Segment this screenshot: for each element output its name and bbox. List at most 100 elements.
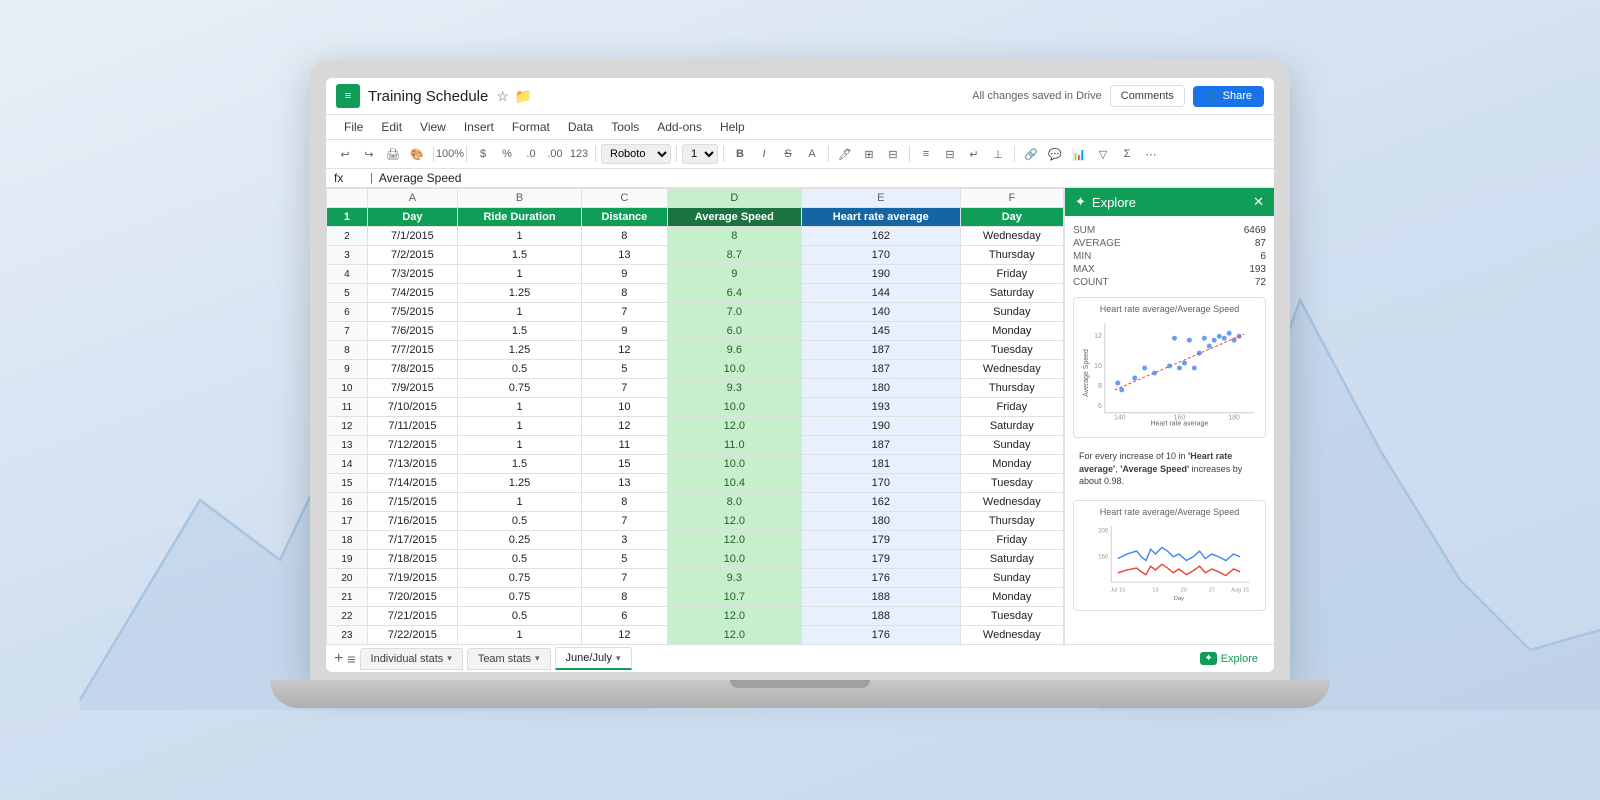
menu-help[interactable]: Help [712, 117, 753, 137]
cell-distance-2[interactable]: 8 [582, 227, 668, 246]
cell-day-22[interactable]: Tuesday [960, 607, 1063, 626]
cell-heart-rate-7[interactable]: 145 [801, 322, 960, 341]
cell-ride-duration-3[interactable]: 1.5 [458, 246, 582, 265]
cell-distance-22[interactable]: 6 [582, 607, 668, 626]
cell-date-15[interactable]: 7/14/2015 [367, 474, 457, 493]
align-middle-button[interactable]: ⊟ [939, 143, 961, 165]
menu-view[interactable]: View [412, 117, 454, 137]
tab-individual-stats[interactable]: Individual stats ▾ [360, 648, 463, 670]
decimal-button[interactable]: .0 [520, 143, 542, 165]
cell-heart-rate-17[interactable]: 180 [801, 512, 960, 531]
explore-footer-button[interactable]: ✦ Explore [1192, 649, 1266, 668]
tab-team-stats[interactable]: Team stats ▾ [467, 648, 551, 670]
cell-ride-duration-6[interactable]: 1 [458, 303, 582, 322]
header-day-f[interactable]: Day [960, 208, 1063, 227]
cell-date-4[interactable]: 7/3/2015 [367, 265, 457, 284]
cell-heart-rate-12[interactable]: 190 [801, 417, 960, 436]
cell-avg-speed-20[interactable]: 9.3 [667, 569, 801, 588]
cell-avg-speed-13[interactable]: 11.0 [667, 436, 801, 455]
cell-heart-rate-11[interactable]: 193 [801, 398, 960, 417]
cell-heart-rate-21[interactable]: 188 [801, 588, 960, 607]
currency-button[interactable]: $ [472, 143, 494, 165]
cell-distance-11[interactable]: 10 [582, 398, 668, 417]
strikethrough-button[interactable]: S [777, 143, 799, 165]
cell-day-16[interactable]: Wednesday [960, 493, 1063, 512]
cell-avg-speed-15[interactable]: 10.4 [667, 474, 801, 493]
star-icon[interactable]: ☆ [496, 88, 509, 105]
vertical-align-button[interactable]: ⊥ [987, 143, 1009, 165]
cell-date-18[interactable]: 7/17/2015 [367, 531, 457, 550]
col-header-a[interactable]: A [367, 189, 457, 208]
paint-format-button[interactable]: 🎨 [406, 143, 428, 165]
fill-color-button[interactable]: 🖊 [834, 143, 856, 165]
bold-button[interactable]: B [729, 143, 751, 165]
cell-ride-duration-15[interactable]: 1.25 [458, 474, 582, 493]
cell-ride-duration-16[interactable]: 1 [458, 493, 582, 512]
cell-distance-23[interactable]: 12 [582, 626, 668, 645]
cell-avg-speed-8[interactable]: 9.6 [667, 341, 801, 360]
cell-ride-duration-9[interactable]: 0.5 [458, 360, 582, 379]
tab-june-july[interactable]: June/July ▾ [555, 647, 632, 670]
cell-day-6[interactable]: Sunday [960, 303, 1063, 322]
cell-heart-rate-6[interactable]: 140 [801, 303, 960, 322]
cell-date-8[interactable]: 7/7/2015 [367, 341, 457, 360]
cell-heart-rate-2[interactable]: 162 [801, 227, 960, 246]
cell-avg-speed-19[interactable]: 10.0 [667, 550, 801, 569]
menu-format[interactable]: Format [504, 117, 558, 137]
cell-avg-speed-22[interactable]: 12.0 [667, 607, 801, 626]
cell-heart-rate-13[interactable]: 187 [801, 436, 960, 455]
cell-distance-19[interactable]: 5 [582, 550, 668, 569]
cell-ride-duration-10[interactable]: 0.75 [458, 379, 582, 398]
col-header-f[interactable]: F [960, 189, 1063, 208]
font-size-selector[interactable]: 11 [682, 144, 718, 164]
sheet-menu-button[interactable]: ≡ [347, 651, 355, 667]
cell-day-5[interactable]: Saturday [960, 284, 1063, 303]
cell-heart-rate-8[interactable]: 187 [801, 341, 960, 360]
borders-button[interactable]: ⊞ [858, 143, 880, 165]
cell-date-22[interactable]: 7/21/2015 [367, 607, 457, 626]
cell-date-19[interactable]: 7/18/2015 [367, 550, 457, 569]
cell-ride-duration-20[interactable]: 0.75 [458, 569, 582, 588]
cell-distance-9[interactable]: 5 [582, 360, 668, 379]
cell-day-4[interactable]: Friday [960, 265, 1063, 284]
filter-button[interactable]: ▽ [1092, 143, 1114, 165]
cell-day-17[interactable]: Thursday [960, 512, 1063, 531]
cell-distance-10[interactable]: 7 [582, 379, 668, 398]
cell-ride-duration-5[interactable]: 1.25 [458, 284, 582, 303]
cell-avg-speed-14[interactable]: 10.0 [667, 455, 801, 474]
more-formats-button[interactable]: 123 [568, 143, 590, 165]
cell-distance-15[interactable]: 13 [582, 474, 668, 493]
cell-distance-18[interactable]: 3 [582, 531, 668, 550]
cell-day-23[interactable]: Wednesday [960, 626, 1063, 645]
chart-button[interactable]: 📊 [1068, 143, 1090, 165]
col-header-c[interactable]: C [582, 189, 668, 208]
cell-day-20[interactable]: Sunday [960, 569, 1063, 588]
cell-ride-duration-13[interactable]: 1 [458, 436, 582, 455]
cell-day-18[interactable]: Friday [960, 531, 1063, 550]
cell-avg-speed-6[interactable]: 7.0 [667, 303, 801, 322]
cell-heart-rate-4[interactable]: 190 [801, 265, 960, 284]
cell-ride-duration-17[interactable]: 0.5 [458, 512, 582, 531]
cell-distance-8[interactable]: 12 [582, 341, 668, 360]
cell-avg-speed-7[interactable]: 6.0 [667, 322, 801, 341]
decimal-less-button[interactable]: .00 [544, 143, 566, 165]
cell-distance-6[interactable]: 7 [582, 303, 668, 322]
cell-date-10[interactable]: 7/9/2015 [367, 379, 457, 398]
cell-date-9[interactable]: 7/8/2015 [367, 360, 457, 379]
cell-distance-13[interactable]: 11 [582, 436, 668, 455]
header-avg-speed[interactable]: Average Speed [667, 208, 801, 227]
cell-avg-speed-17[interactable]: 12.0 [667, 512, 801, 531]
cell-avg-speed-23[interactable]: 12.0 [667, 626, 801, 645]
cell-distance-20[interactable]: 7 [582, 569, 668, 588]
italic-button[interactable]: I [753, 143, 775, 165]
cell-avg-speed-18[interactable]: 12.0 [667, 531, 801, 550]
cell-ride-duration-21[interactable]: 0.75 [458, 588, 582, 607]
cell-date-6[interactable]: 7/5/2015 [367, 303, 457, 322]
header-heart-rate[interactable]: Heart rate average [801, 208, 960, 227]
cell-heart-rate-10[interactable]: 180 [801, 379, 960, 398]
cell-avg-speed-11[interactable]: 10.0 [667, 398, 801, 417]
comment-button[interactable]: 💬 [1044, 143, 1066, 165]
cell-heart-rate-23[interactable]: 176 [801, 626, 960, 645]
cell-heart-rate-14[interactable]: 181 [801, 455, 960, 474]
cell-day-9[interactable]: Wednesday [960, 360, 1063, 379]
